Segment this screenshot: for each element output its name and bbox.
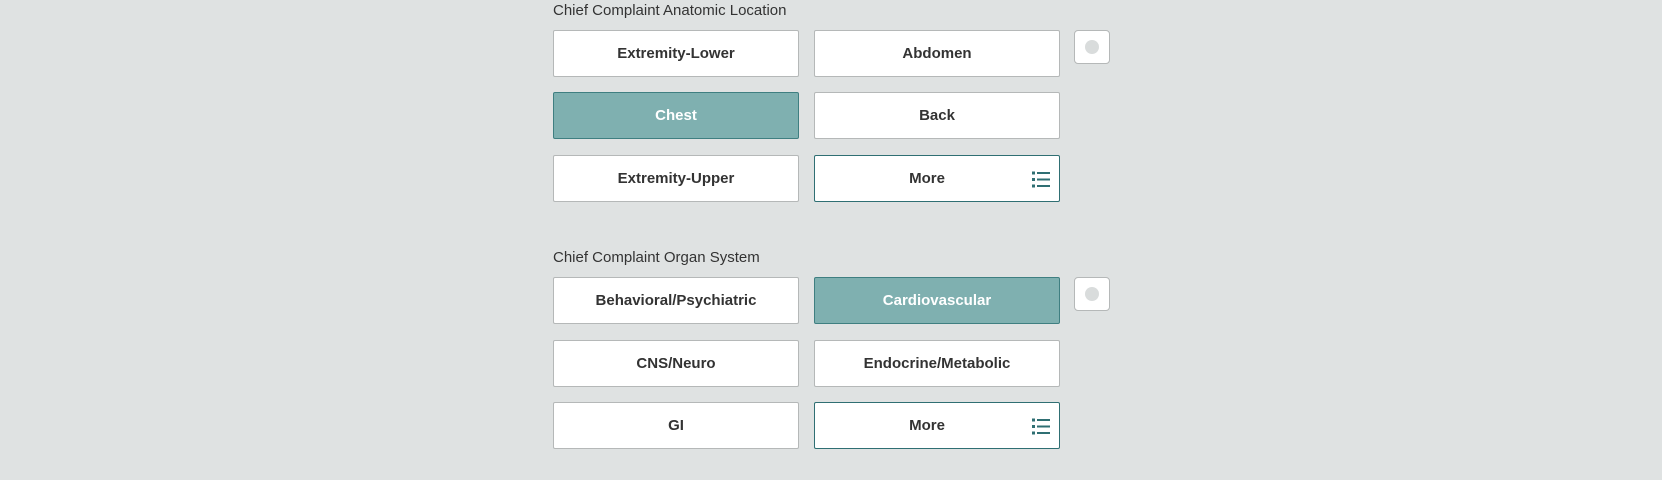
option-behavioral-psychiatric[interactable]: Behavioral/Psychiatric <box>553 277 799 324</box>
option-abdomen[interactable]: Abdomen <box>814 30 1060 77</box>
option-label: Endocrine/Metabolic <box>863 355 1011 372</box>
option-extremity-lower[interactable]: Extremity-Lower <box>553 30 799 77</box>
option-label: GI <box>668 417 684 434</box>
anatomic-location-section: Chief Complaint Anatomic Location Extrem… <box>553 0 1113 210</box>
option-label: Extremity-Lower <box>617 45 735 62</box>
option-label: Extremity-Upper <box>617 170 735 187</box>
option-label: Back <box>919 107 955 124</box>
organ-system-section: Chief Complaint Organ System Behavioral/… <box>553 247 1113 457</box>
option-chest[interactable]: Chest <box>553 92 799 139</box>
option-label: Behavioral/Psychiatric <box>595 292 757 309</box>
more-label: More <box>909 170 945 187</box>
option-back[interactable]: Back <box>814 92 1060 139</box>
option-extremity-upper[interactable]: Extremity-Upper <box>553 155 799 202</box>
option-cardiovascular[interactable]: Cardiovascular <box>814 277 1060 324</box>
clear-selection-button[interactable] <box>1074 277 1110 311</box>
option-label: CNS/Neuro <box>636 355 716 372</box>
list-icon <box>1032 418 1050 435</box>
more-options-button[interactable]: More <box>814 402 1060 449</box>
clear-radio-icon <box>1085 40 1099 54</box>
option-label: Chest <box>655 107 697 124</box>
list-icon <box>1032 171 1050 188</box>
more-options-button[interactable]: More <box>814 155 1060 202</box>
option-label: Abdomen <box>902 45 972 62</box>
clear-radio-icon <box>1085 287 1099 301</box>
section-title-anatomic-location: Chief Complaint Anatomic Location <box>553 2 787 19</box>
section-title-organ-system: Chief Complaint Organ System <box>553 249 760 266</box>
option-endocrine-metabolic[interactable]: Endocrine/Metabolic <box>814 340 1060 387</box>
option-cns-neuro[interactable]: CNS/Neuro <box>553 340 799 387</box>
clear-selection-button[interactable] <box>1074 30 1110 64</box>
option-label: Cardiovascular <box>882 292 992 309</box>
more-label: More <box>909 417 945 434</box>
option-gi[interactable]: GI <box>553 402 799 449</box>
